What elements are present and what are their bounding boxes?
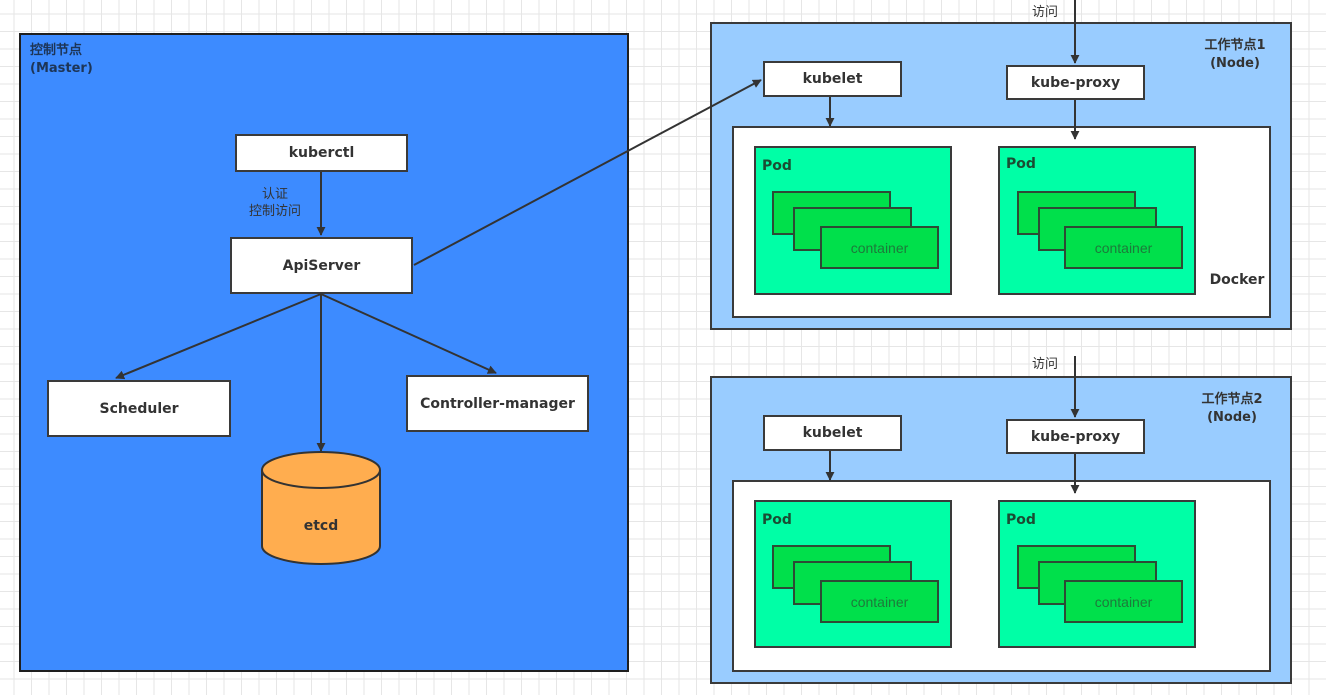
worker-node-1-access-label: 访问 (1031, 5, 1058, 20)
pod-label: Pod (762, 512, 792, 528)
apiserver-label: ApiServer (282, 257, 361, 274)
pod-label: Pod (1006, 156, 1036, 172)
container-label: container (850, 593, 909, 610)
container-front[interactable]: container (820, 580, 939, 623)
worker-node-1-kubelet[interactable]: kubelet (763, 61, 902, 97)
container-front[interactable]: container (820, 226, 939, 269)
master-title-line2: (Master) (30, 61, 93, 76)
container-label: container (850, 239, 909, 256)
worker-node-2-kube-proxy[interactable]: kube-proxy (1006, 419, 1145, 454)
etcd-label: etcd (303, 518, 339, 534)
worker-node-1-kube-proxy[interactable]: kube-proxy (1006, 65, 1145, 100)
worker-node-2-title: 工作节点2 (Node) (1190, 391, 1274, 427)
worker-node-1-title-line2: (Node) (1210, 56, 1260, 71)
worker-node-1-title: 工作节点1 (Node) (1195, 37, 1275, 73)
master-title-line1: 控制节点 (30, 43, 83, 58)
worker-node-2-kubelet[interactable]: kubelet (763, 415, 902, 451)
worker-node-2-title-line1: 工作节点2 (1201, 392, 1263, 407)
container-front[interactable]: container (1064, 226, 1183, 269)
kuberctl-box[interactable]: kuberctl (235, 134, 408, 172)
pod-label: Pod (1006, 512, 1036, 528)
scheduler-label: Scheduler (99, 400, 179, 417)
master-title: 控制节点 (Master) (30, 42, 93, 78)
apiserver-box[interactable]: ApiServer (230, 237, 413, 294)
worker-node-2-title-line2: (Node) (1207, 410, 1257, 425)
auth-label-line2: 控制访问 (248, 204, 301, 219)
kuberctl-label: kuberctl (288, 145, 355, 161)
worker-node-1-title-line1: 工作节点1 (1204, 38, 1266, 53)
auth-label-line1: 认证 (261, 187, 288, 202)
controller-manager-box[interactable]: Controller-manager (406, 375, 589, 432)
container-front[interactable]: container (1064, 580, 1183, 623)
container-label: container (1094, 239, 1153, 256)
kube-proxy-label: kube-proxy (1030, 74, 1121, 91)
kubelet-label: kubelet (802, 425, 863, 441)
etcd-cylinder[interactable] (258, 450, 384, 568)
master-node[interactable] (19, 33, 629, 672)
container-label: container (1094, 593, 1153, 610)
kube-proxy-label: kube-proxy (1030, 428, 1121, 445)
worker-node-1-docker-label: Docker (1209, 272, 1265, 288)
auth-label: 认证 控制访问 (240, 186, 310, 220)
pod-label: Pod (762, 158, 792, 174)
worker-node-2-access-label: 访问 (1031, 357, 1058, 372)
controller-manager-label: Controller-manager (420, 395, 575, 412)
scheduler-box[interactable]: Scheduler (47, 380, 231, 437)
kubelet-label: kubelet (802, 71, 863, 87)
